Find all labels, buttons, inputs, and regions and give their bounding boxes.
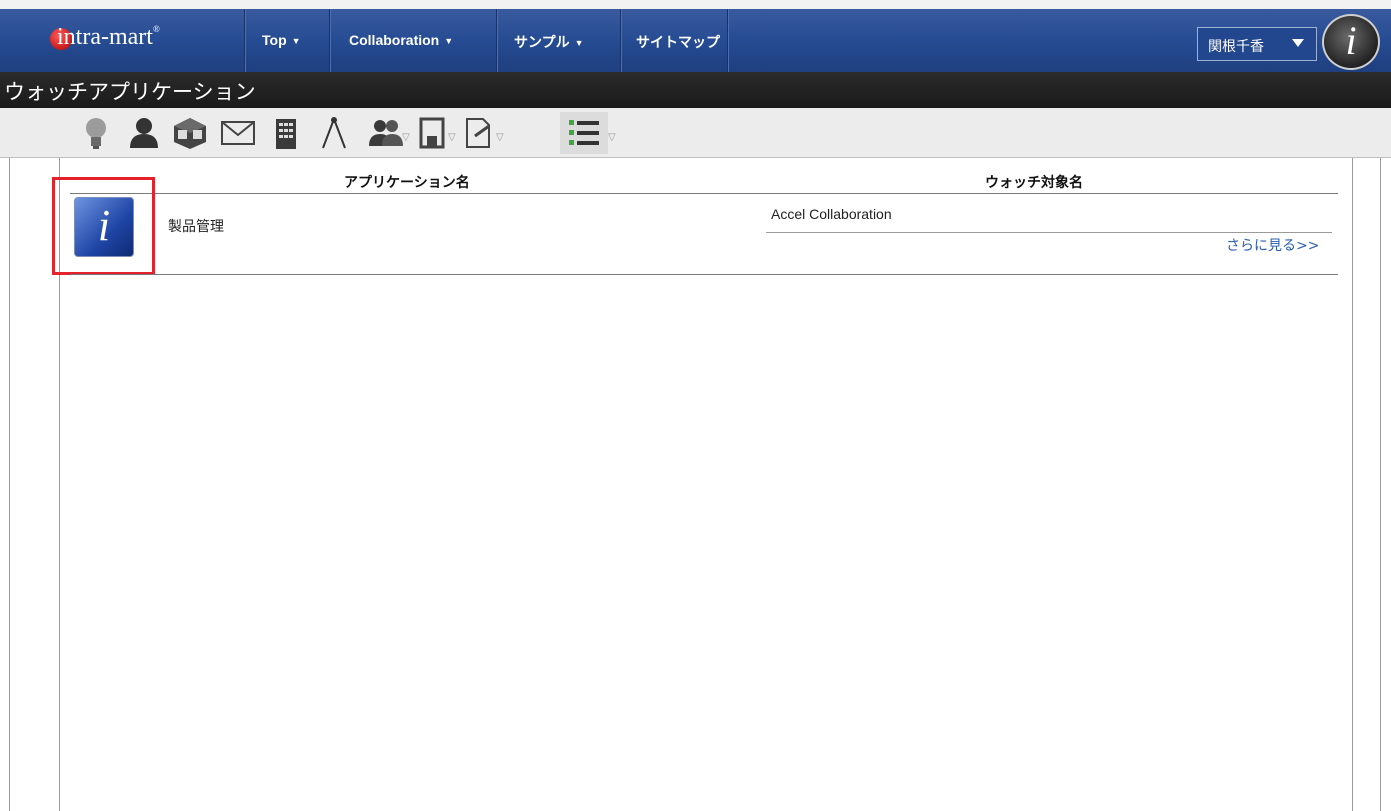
highlight-box <box>52 177 155 275</box>
mail-icon[interactable] <box>220 112 256 154</box>
application-name: 製品管理 <box>168 219 224 235</box>
column-header-application-name: アプリケーション名 <box>344 175 470 191</box>
checklist-icon[interactable] <box>560 112 608 154</box>
page-title-bar: ウォッチアプリケーション <box>0 72 1391 108</box>
building-icon[interactable] <box>268 112 304 154</box>
user-menu-button[interactable]: 関根千香 <box>1197 27 1317 61</box>
chevron-down-icon[interactable]: ▽ <box>496 132 504 143</box>
user-name: 関根千香 <box>1208 39 1264 55</box>
cube-icon[interactable] <box>172 112 208 154</box>
target-divider <box>766 232 1332 233</box>
row-divider <box>70 274 1338 275</box>
column-header-watch-target-name: ウォッチ対象名 <box>985 175 1083 191</box>
see-more-link[interactable]: さらに見る>> <box>1226 235 1319 255</box>
nav-sitemap[interactable]: サイトマップ <box>636 32 720 52</box>
group-icon[interactable] <box>368 112 404 154</box>
document-icon[interactable] <box>414 112 450 154</box>
chevron-down-icon[interactable]: ▽ <box>402 132 410 143</box>
watch-target-name[interactable]: Accel Collaboration <box>771 206 892 222</box>
chevron-down-icon <box>1292 39 1304 47</box>
nav-sample[interactable]: サンプル ▼ <box>514 32 584 52</box>
header-divider <box>70 193 1338 194</box>
intra-mart-emblem-icon[interactable]: i <box>1322 14 1380 70</box>
chevron-down-icon: ▼ <box>291 36 301 46</box>
lightbulb-icon[interactable] <box>78 112 114 154</box>
top-nav-bar: intra-mart® Top ▼ Collaboration ▼ サンプル ▼ サイ… <box>0 0 1391 72</box>
app-toolbar: ▽ ▽ ▽ ▽ <box>0 108 1391 158</box>
nav-divider <box>496 9 497 72</box>
content-panel <box>59 158 1353 811</box>
nav-top[interactable]: Top ▼ <box>262 32 301 52</box>
nav-divider <box>727 9 728 72</box>
nav-divider <box>620 9 621 72</box>
nav-divider <box>329 9 330 72</box>
intra-mart-logo[interactable]: intra-mart® <box>40 18 220 58</box>
content-border-left <box>9 158 10 811</box>
nav-collaboration[interactable]: Collaboration ▼ <box>349 32 453 52</box>
chevron-down-icon: ▼ <box>444 36 454 46</box>
chevron-down-icon[interactable]: ▽ <box>608 132 616 143</box>
page-title: ウォッチアプリケーション <box>4 80 256 104</box>
compass-icon[interactable] <box>316 112 352 154</box>
person-icon[interactable] <box>126 112 162 154</box>
chevron-down-icon[interactable]: ▽ <box>448 132 456 143</box>
note-icon[interactable] <box>460 112 496 154</box>
content-border-right <box>1380 158 1381 811</box>
chevron-down-icon: ▼ <box>574 38 584 48</box>
nav-divider <box>244 9 245 72</box>
